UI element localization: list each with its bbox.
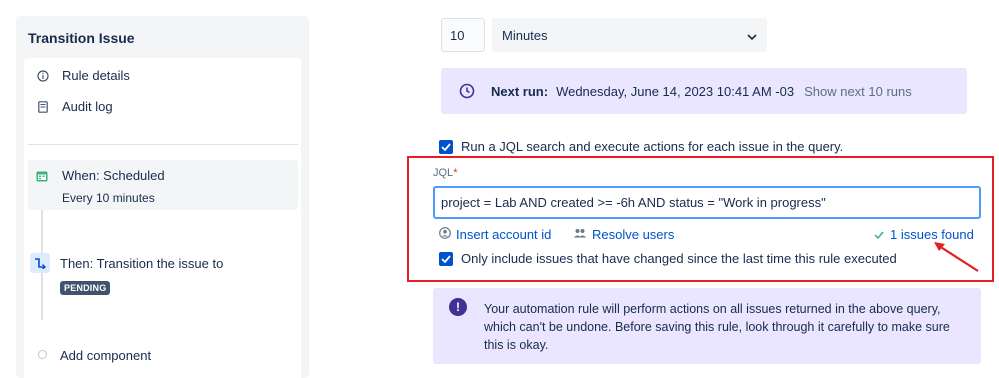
next-run-label: Next run: [491, 83, 549, 99]
jql-search-checkbox[interactable] [439, 139, 453, 154]
rule-sidebar: Transition Issue Rule details Audit log … [16, 16, 309, 378]
warning-text: Your automation rule will perform action… [484, 302, 950, 352]
changed-issues-option[interactable]: Only include issues that have changed si… [439, 251, 897, 266]
clock-icon [459, 83, 475, 99]
check-icon [874, 227, 884, 242]
audit-log-link[interactable]: Audit log [36, 99, 113, 114]
warning-icon: ! [449, 298, 467, 316]
interval-unit-value: Minutes [502, 27, 548, 43]
trigger-subtitle: Every 10 minutes [62, 191, 155, 205]
flow-connector-lower [41, 270, 43, 320]
chevron-down-icon [747, 28, 757, 43]
user-icon [439, 227, 451, 242]
info-icon [36, 69, 50, 83]
jql-query-input[interactable]: project = Lab AND created >= -6h AND sta… [433, 186, 981, 219]
audit-log-label: Audit log [62, 99, 113, 114]
resolve-users-label: Resolve users [592, 227, 675, 242]
next-run-panel: Next run: Wednesday, June 14, 2023 10:41… [441, 68, 967, 114]
jql-search-option[interactable]: Run a JQL search and execute actions for… [439, 139, 843, 154]
calendar-icon [36, 170, 50, 184]
transition-icon [30, 253, 50, 273]
sidebar-title: Transition Issue [28, 30, 135, 46]
annotation-arrow-icon [934, 242, 979, 272]
trigger-component[interactable]: When: Scheduled Every 10 minutes [28, 160, 298, 210]
users-icon [573, 227, 587, 242]
add-component-link[interactable]: Add component [60, 348, 151, 363]
insert-account-id-link[interactable]: Insert account id [439, 227, 551, 242]
resolve-users-link[interactable]: Resolve users [573, 227, 674, 242]
insert-account-id-label: Insert account id [456, 227, 552, 242]
jql-search-option-label: Run a JQL search and execute actions for… [461, 139, 844, 154]
status-lozenge: PENDING [60, 281, 111, 295]
required-mark: * [453, 167, 458, 179]
show-next-runs-link[interactable]: Show next 10 runs [804, 84, 912, 99]
action-title[interactable]: Then: Transition the issue to [60, 256, 223, 271]
add-component-dot-icon [38, 350, 47, 359]
sidebar-card: Rule details Audit log When: Scheduled E… [24, 58, 301, 378]
next-run-datetime: Wednesday, June 14, 2023 10:41 AM -03 [556, 83, 795, 99]
jql-field-label: JQL* [433, 167, 457, 179]
changed-issues-checkbox[interactable] [439, 251, 453, 266]
interval-unit-select[interactable]: Minutes [492, 18, 767, 52]
sidebar-divider [28, 144, 298, 145]
rule-details-label: Rule details [62, 68, 130, 83]
document-icon [36, 100, 50, 114]
rule-details-link[interactable]: Rule details [36, 68, 130, 83]
trigger-title: When: Scheduled [62, 168, 165, 183]
changed-issues-option-label: Only include issues that have changed si… [461, 251, 897, 266]
interval-value-input[interactable]: 10 [441, 18, 485, 52]
jql-label-text: JQL [433, 167, 454, 179]
warning-panel: ! Your automation rule will perform acti… [433, 288, 981, 364]
